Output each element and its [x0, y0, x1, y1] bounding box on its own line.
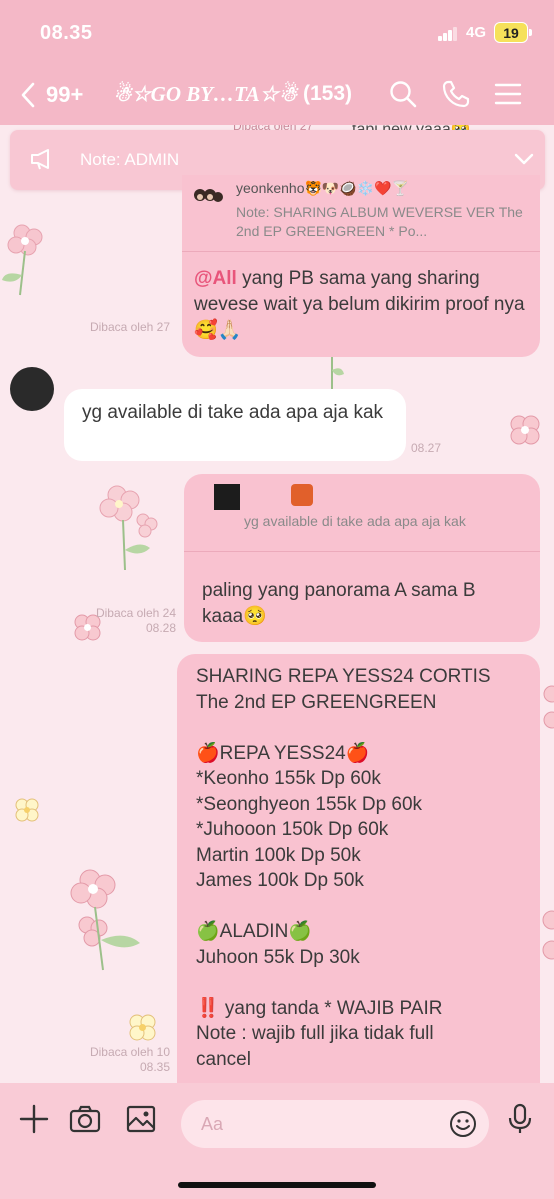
message-line: 🍏ALADIN🍏 — [196, 921, 312, 942]
camera-icon[interactable] — [69, 1103, 101, 1135]
battery-tip — [529, 29, 532, 36]
megaphone-icon — [31, 149, 49, 170]
outgoing-message-bubble[interactable]: yg available di take ada apa aja kak pal… — [184, 474, 540, 642]
read-receipt: Dibaca oleh 10 08.35 — [89, 1045, 170, 1074]
reply-divider — [182, 251, 540, 252]
pinned-note-label: Note: ADMIN — [80, 150, 180, 169]
plus-icon[interactable] — [18, 1103, 50, 1135]
message-line: Note : wajib full jika tidak full — [196, 1023, 434, 1044]
emoji-icon[interactable] — [449, 1110, 477, 1138]
message-line — [196, 894, 536, 920]
read-receipt: Dibaca oleh 27 — [89, 320, 170, 334]
message-line: SHARING REPA YESS24 CORTIS — [196, 666, 491, 687]
message-line: *Keonho 155k Dp 60k — [196, 768, 381, 789]
incoming-message-bubble[interactable]: yg available di take ada apa aja kak — [64, 389, 406, 461]
chevron-down-icon[interactable] — [514, 152, 534, 166]
mention-all[interactable]: @All — [194, 268, 237, 289]
message-input-field[interactable] — [181, 1100, 489, 1148]
outgoing-message-bubble[interactable]: yeonkenho🐯🐶🥥❄️❤️🍸 Note: SHARING ALBUM WE… — [182, 175, 540, 357]
flower-decoration — [99, 485, 158, 571]
message-line: *Seonghyeon 155k Dp 60k — [196, 793, 423, 815]
flower-decoration — [2, 224, 43, 296]
flower-decoration — [129, 1014, 156, 1041]
chat-header: 99+ ☃☆GO BY…TA☆☃ (153) — [0, 62, 554, 125]
reply-divider — [184, 551, 540, 552]
signal-icon — [438, 27, 458, 41]
status-time: 08.35 — [40, 22, 93, 44]
avatar[interactable] — [10, 367, 54, 411]
group-title[interactable]: ☃☆GO BY…TA☆☃ — [113, 82, 297, 107]
flower-decoration — [70, 869, 140, 971]
message-line — [196, 715, 536, 741]
message-text: paling yang panorama A sama B kaaa🥺 — [202, 580, 481, 627]
outgoing-message-bubble[interactable]: SHARING REPA YESS24 CORTIS The 2nd EP GRE… — [177, 654, 540, 1083]
message-text: yg available di take ada apa aja kak — [82, 402, 384, 423]
message-line: 🍎REPA YESS24🍎 — [196, 742, 370, 764]
reply-avatar-redacted — [214, 484, 240, 510]
flower-decoration — [543, 685, 554, 729]
member-count: (153) — [303, 82, 353, 105]
message-line: The 2nd EP GREENGREEN — [196, 691, 437, 713]
back-button[interactable]: 99+ — [20, 78, 100, 112]
menu-icon[interactable] — [493, 79, 523, 109]
home-indicator — [178, 1182, 376, 1188]
reply-quote-text: yg available di take ada apa aja kak — [244, 513, 466, 529]
flower-decoration — [542, 910, 554, 960]
network-label: 4G — [466, 24, 487, 41]
reply-avatar-redacted — [291, 484, 313, 506]
microphone-icon[interactable] — [504, 1103, 536, 1135]
chevron-left-icon — [21, 82, 35, 108]
message-time: 08.27 — [411, 441, 442, 455]
image-icon[interactable] — [125, 1103, 157, 1135]
message-line: James 100k Dp 50k — [196, 870, 364, 891]
unread-count: 99+ — [46, 82, 84, 107]
search-icon[interactable] — [388, 79, 418, 109]
reply-sender-avatar — [192, 185, 224, 211]
battery-icon: 19 — [494, 22, 528, 43]
message-line: cancel — [196, 1048, 251, 1070]
message-text: SHARING REPA YESS24 CORTIS The 2nd EP GRE… — [196, 664, 536, 1072]
message-line: ‼️ yang tanda * WAJIB PAIR — [196, 997, 443, 1019]
message-line: Juhoon 55k Dp 30k — [196, 946, 360, 968]
read-receipt: Dibaca oleh 24 08.28 — [95, 606, 176, 635]
message-input[interactable] — [201, 1112, 441, 1136]
message-text: @All yang PB sama yang sharing wevese wa… — [194, 268, 525, 341]
message-line — [196, 970, 536, 996]
phone-icon[interactable] — [441, 79, 471, 109]
reply-sender-name: yeonkenho🐯🐶🥥❄️❤️🍸 — [236, 180, 410, 196]
status-bar: 08.35 4G 19 — [0, 0, 554, 62]
app-header: 08.35 4G 19 99+ ☃☆GO BY…TA☆☃ (153) — [0, 0, 554, 125]
reply-quote-text: Note: SHARING ALBUM WEVERSE VER The 2nd … — [236, 204, 523, 239]
flower-decoration — [15, 798, 39, 822]
message-line: Martin 100k Dp 50k — [196, 844, 361, 866]
message-line: *Juhooon 150k Dp 60k — [196, 819, 389, 840]
flower-decoration — [510, 415, 540, 445]
